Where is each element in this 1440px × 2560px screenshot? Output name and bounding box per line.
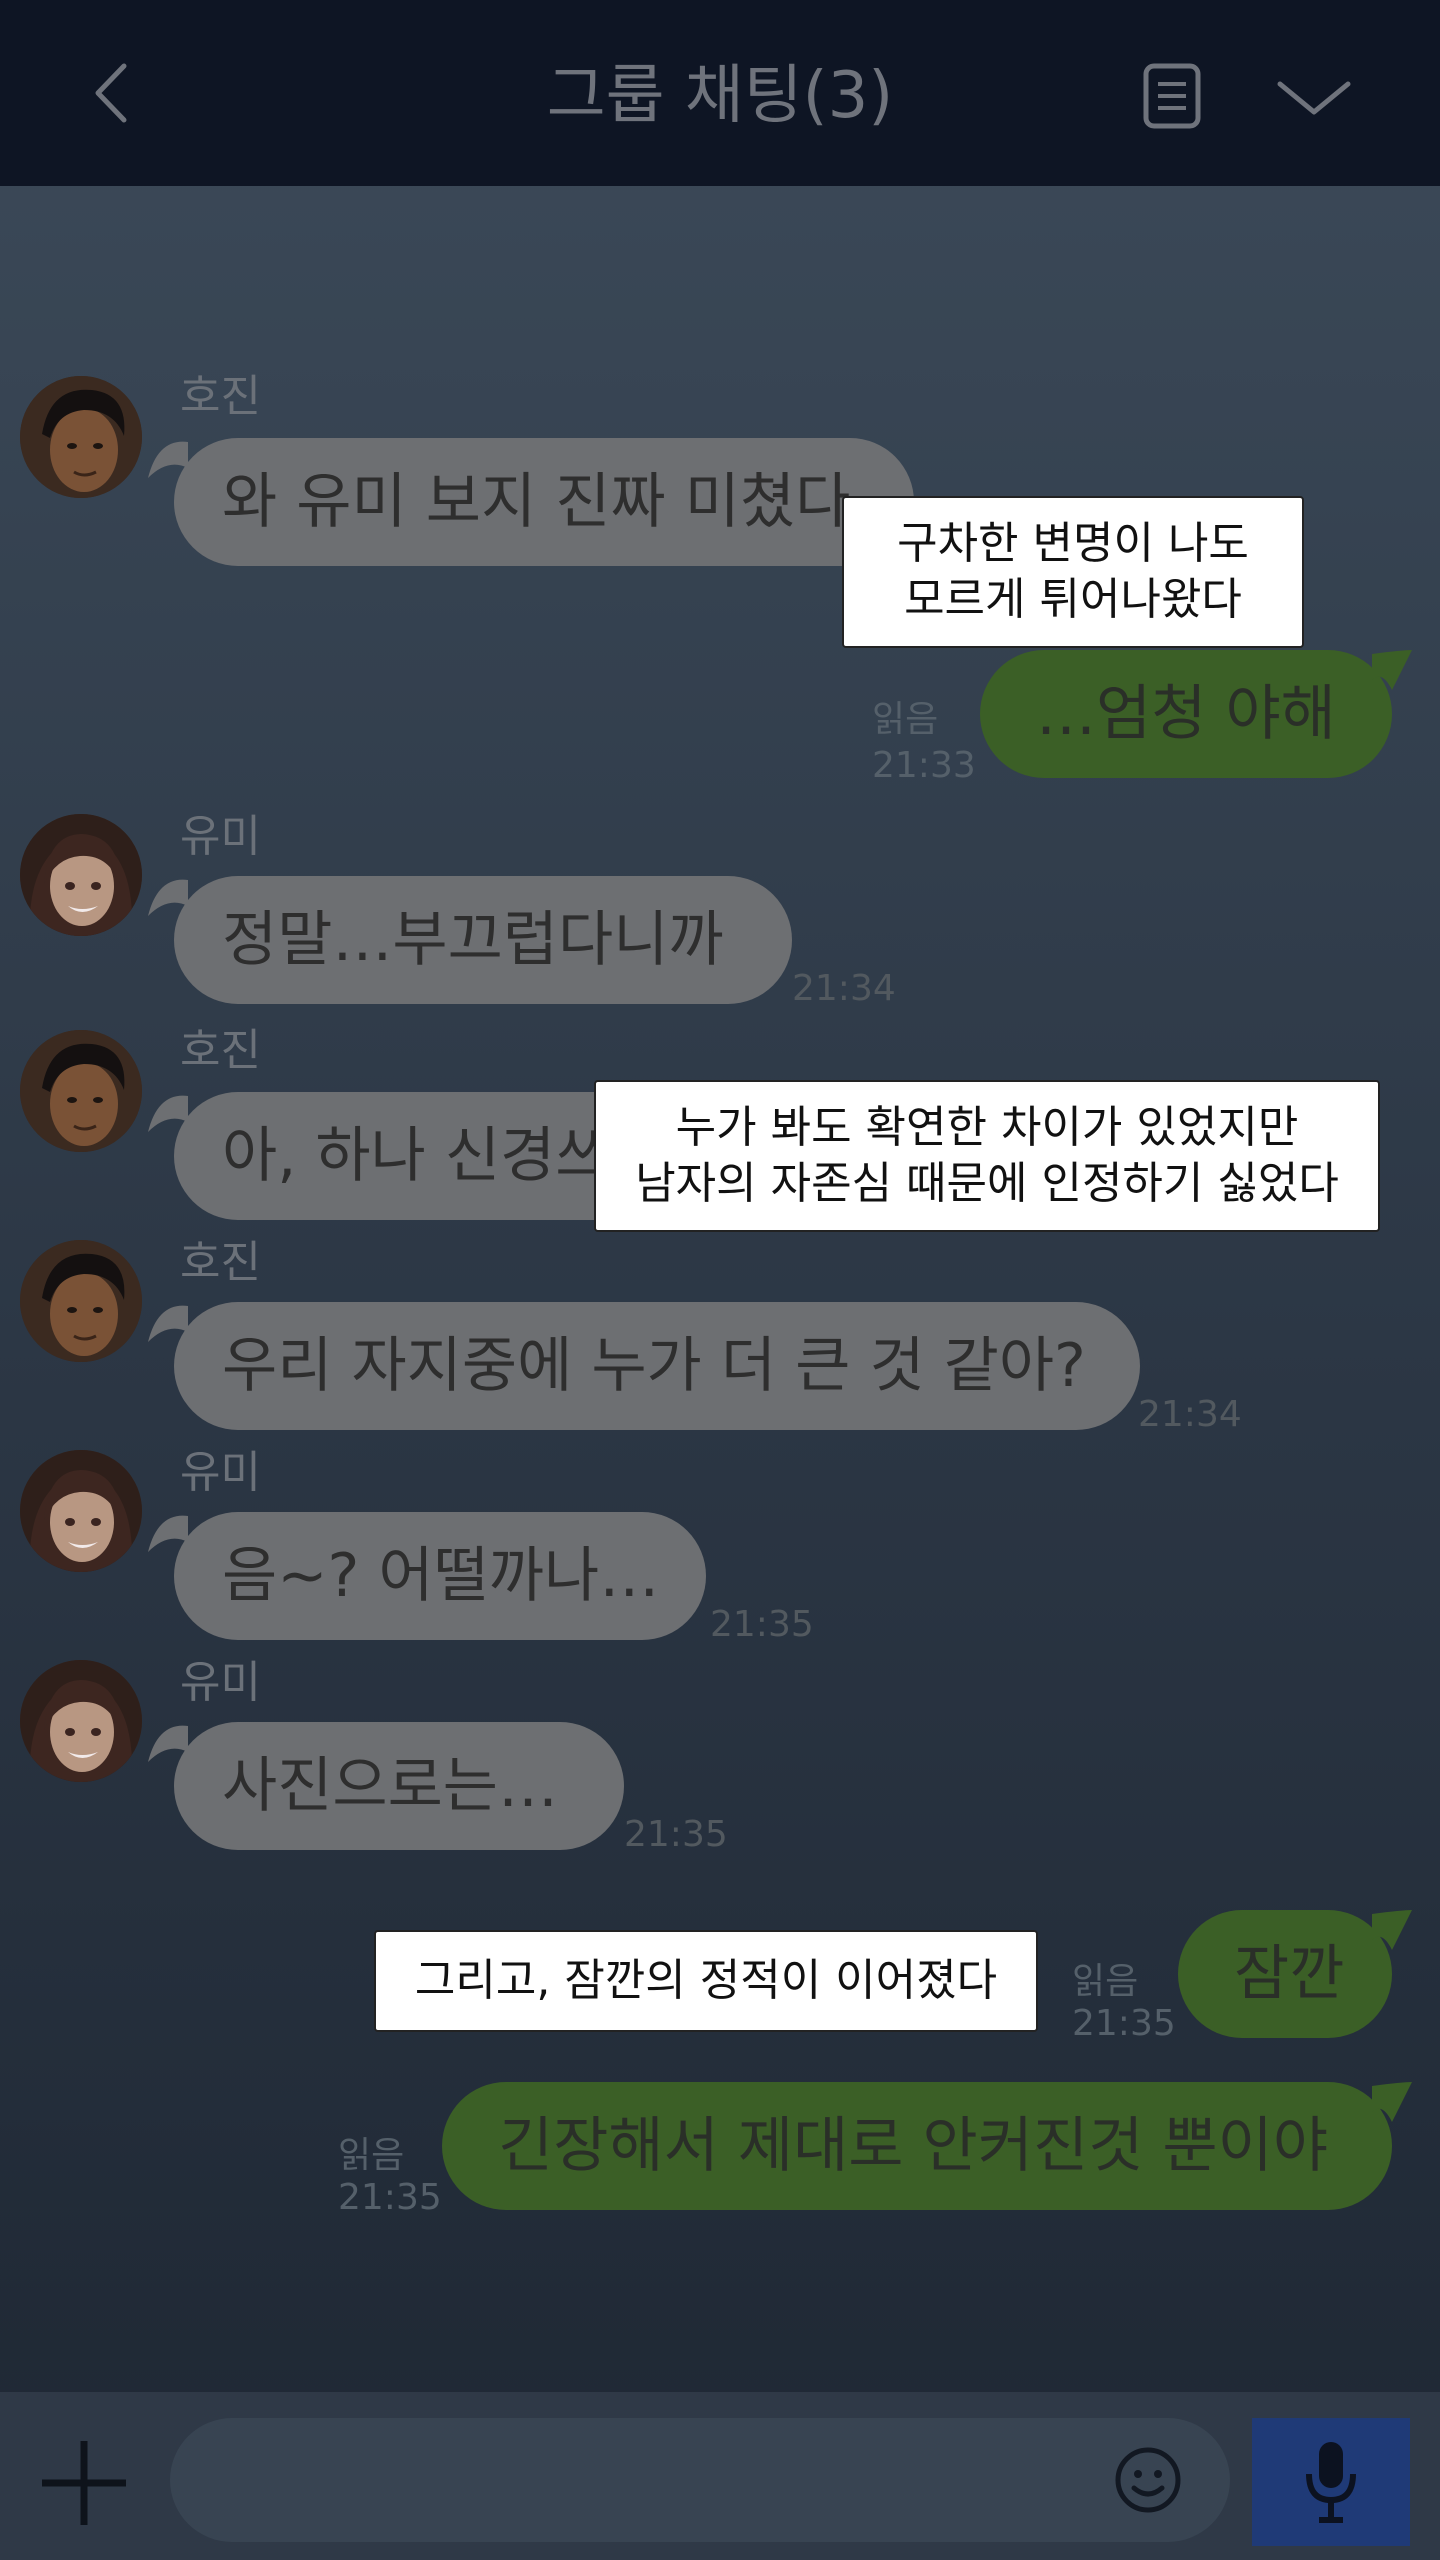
message-input[interactable]: [170, 2418, 1230, 2542]
sender-name: 유미: [180, 811, 261, 862]
microphone-icon: [1306, 2442, 1356, 2523]
message-bubble-received[interactable]: 와 유미 보지 진짜 미쳤다: [174, 438, 914, 566]
avatar-hojin[interactable]: [20, 1030, 142, 1152]
message-time: 21:35: [710, 1604, 814, 1645]
avatar-yumi[interactable]: [20, 814, 142, 936]
sender-name: 호진: [180, 1025, 261, 1076]
bubble-tail: [1372, 2082, 1412, 2122]
caption-line: 모르게 튀어나왔다: [904, 574, 1242, 625]
microphone-button[interactable]: [1252, 2418, 1410, 2546]
bubble-tail: [1372, 650, 1412, 690]
caption-line: 구차한 변명이 나도: [897, 518, 1249, 569]
avatar-hojin[interactable]: [20, 1240, 142, 1362]
sender-name: 유미: [180, 1657, 261, 1708]
message-time: 21:33: [872, 745, 976, 786]
message-time: 21:34: [792, 968, 896, 1009]
message-time: 21:35: [338, 2177, 442, 2218]
bubble-tail: [1372, 1910, 1412, 1950]
sender-name: 호진: [180, 371, 261, 422]
message-bubble-sent[interactable]: …엄청 야해: [980, 650, 1392, 778]
message-time: 21:34: [1138, 1394, 1242, 1435]
message-time: 21:35: [1072, 2003, 1176, 2044]
avatar-yumi[interactable]: [20, 1450, 142, 1572]
avatar-hojin[interactable]: [20, 376, 142, 498]
document-icon[interactable]: [1138, 62, 1206, 130]
plus-icon[interactable]: [36, 2435, 132, 2531]
avatar-yumi[interactable]: [20, 1660, 142, 1782]
message-bubble-received[interactable]: 음~? 어떨까나…: [174, 1512, 706, 1640]
story-caption: 구차한 변명이 나도 모르게 튀어나왔다: [842, 496, 1304, 648]
story-caption: 그리고, 잠깐의 정적이 이어졌다: [374, 1930, 1038, 2032]
read-status: 읽음: [1072, 1961, 1139, 2002]
message-bubble-received[interactable]: 우리 자지중에 누가 더 큰 것 같아?: [174, 1302, 1140, 1430]
message-bubble-received[interactable]: 사진으로는…: [174, 1722, 624, 1850]
caption-line: 남자의 자존심 때문에 인정하기 싫었다: [635, 1158, 1339, 1209]
message-bubble-sent[interactable]: 긴장해서 제대로 안커진것 뿐이야: [442, 2082, 1392, 2210]
message-time: 21:35: [624, 1814, 728, 1855]
story-caption: 누가 봐도 확연한 차이가 있었지만 남자의 자존심 때문에 인정하기 싫었다: [594, 1080, 1380, 1232]
chat-title: 그룹 채팅(3): [546, 59, 894, 133]
sender-name: 유미: [180, 1447, 261, 1498]
read-status: 읽음: [338, 2135, 405, 2176]
message-bubble-received[interactable]: 정말…부끄럽다니까: [174, 876, 792, 1004]
caption-line: 누가 봐도 확연한 차이가 있었지만: [675, 1102, 1299, 1153]
message-bubble-sent[interactable]: 잠깐: [1178, 1910, 1392, 2038]
chevron-down-icon[interactable]: [1274, 68, 1354, 128]
header-bar: 그룹 채팅(3): [0, 0, 1440, 186]
read-status: 읽음: [872, 699, 939, 740]
smiley-icon[interactable]: [1114, 2446, 1182, 2514]
sender-name: 호진: [180, 1237, 261, 1288]
